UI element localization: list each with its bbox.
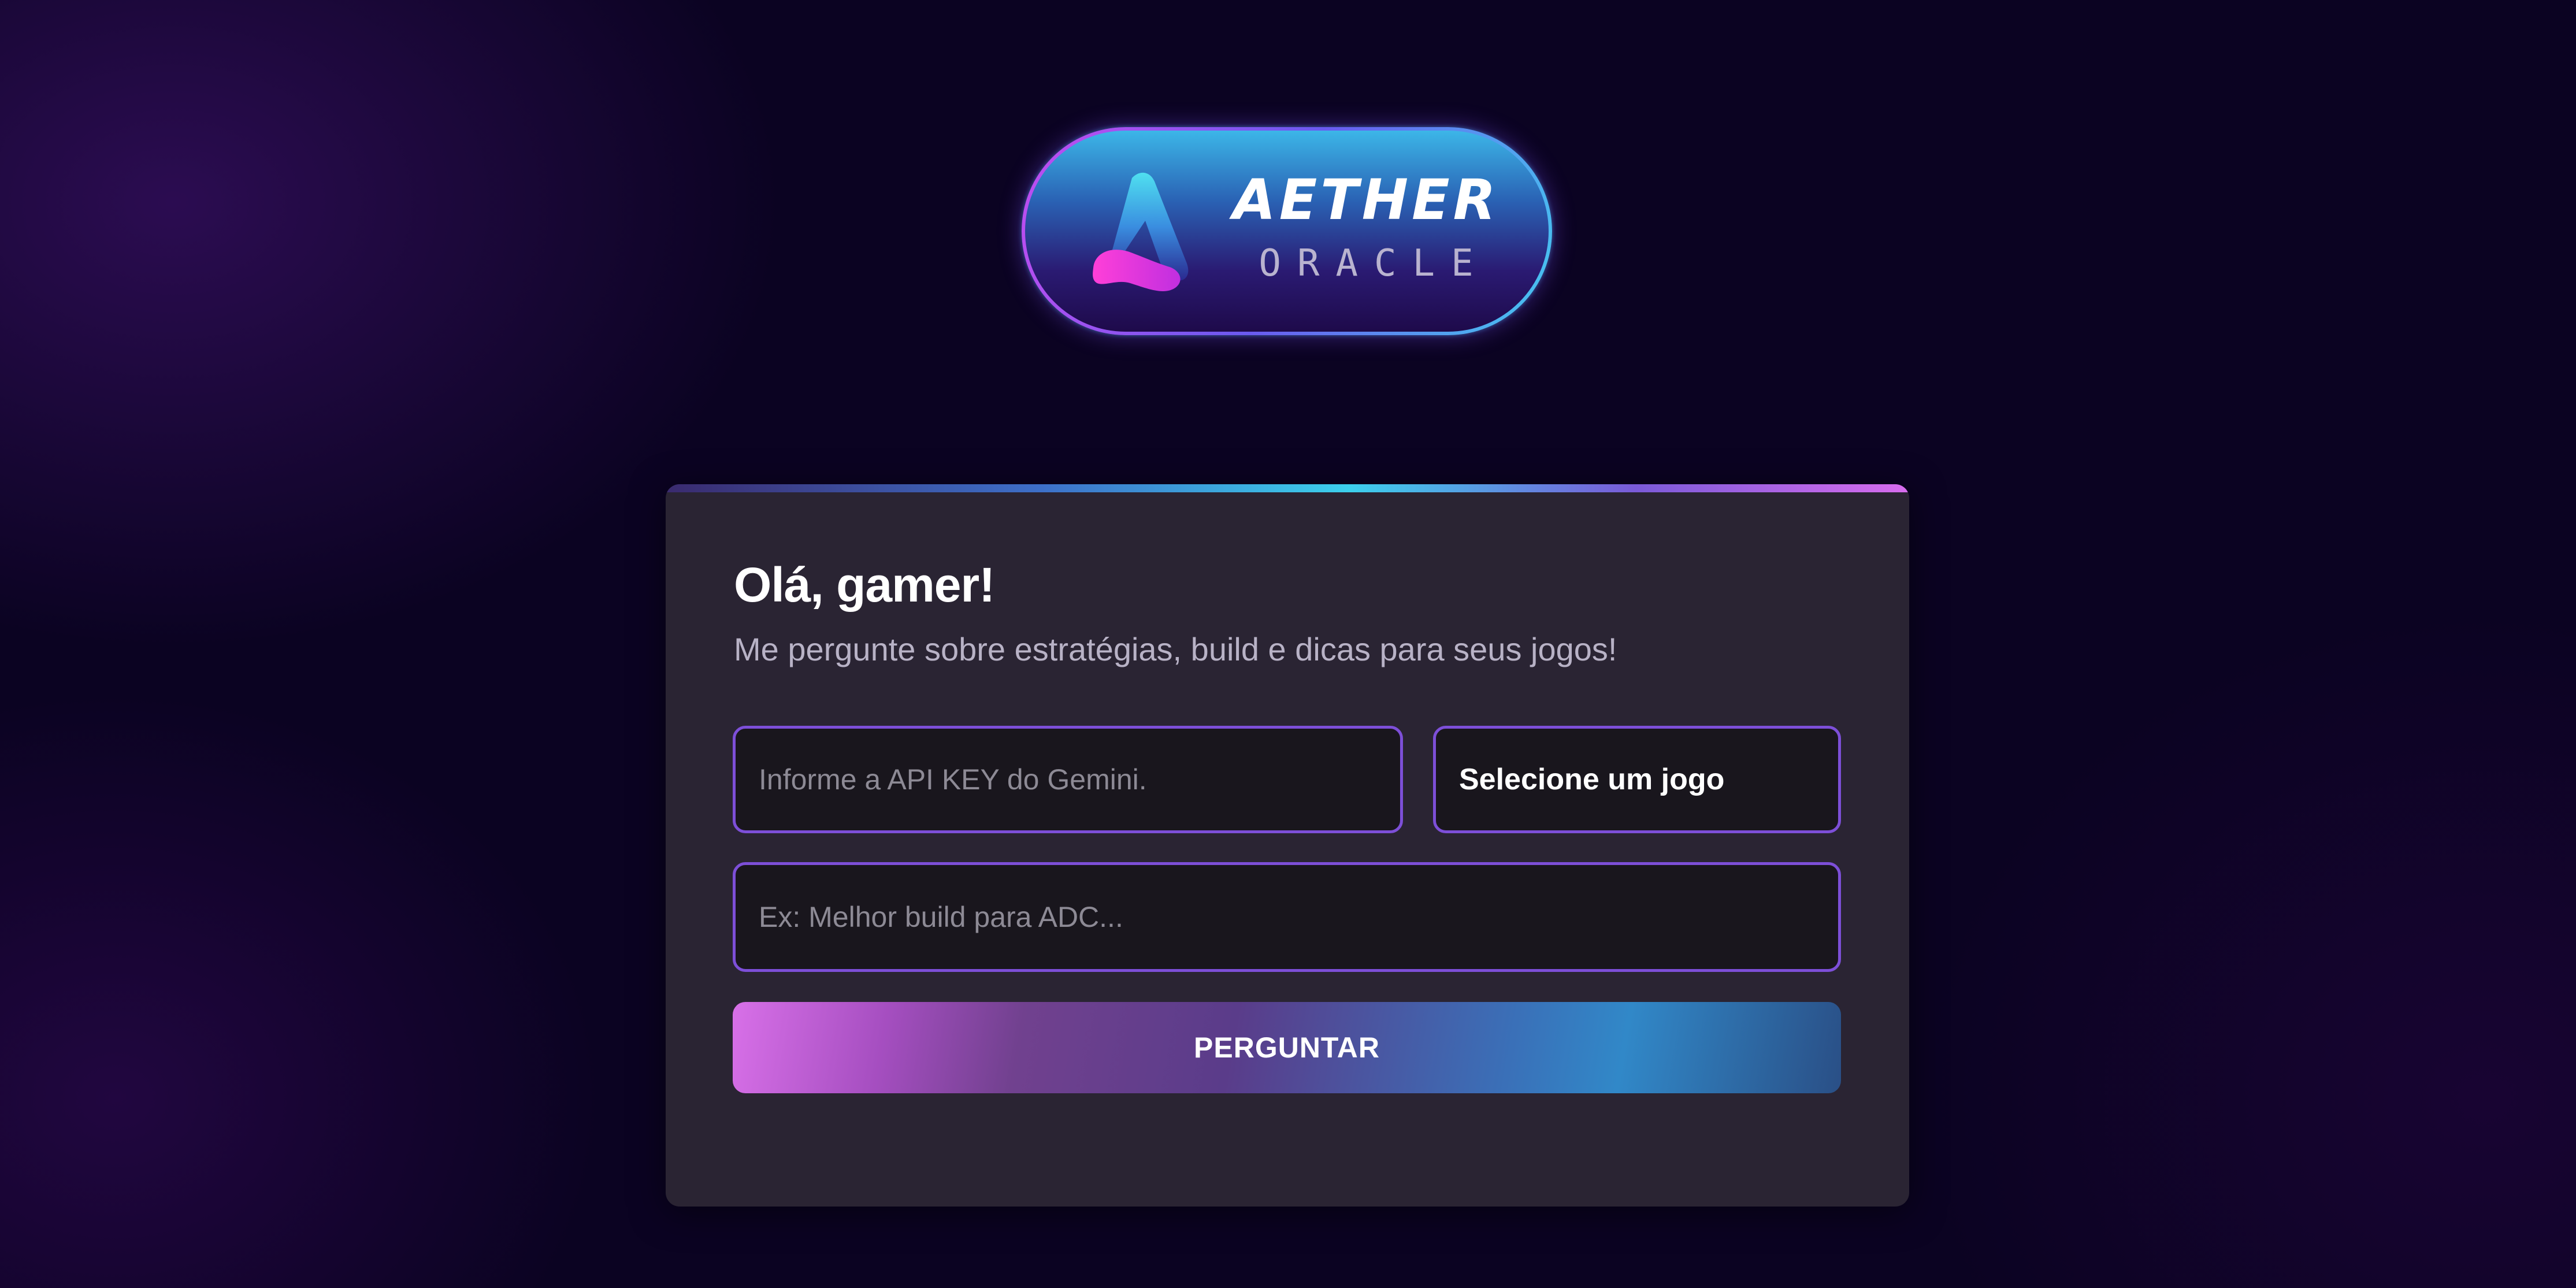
ask-button[interactable]: PERGUNTAR bbox=[733, 1002, 1841, 1093]
game-select[interactable]: Selecione um jogo bbox=[1433, 726, 1841, 833]
question-input[interactable] bbox=[733, 862, 1841, 972]
api-key-input[interactable] bbox=[733, 726, 1403, 833]
logo-subtitle: ORACLE bbox=[1259, 242, 1490, 285]
logo-badge: AETHER ORACLE bbox=[1022, 127, 1552, 335]
logo-title: AETHER bbox=[1233, 168, 1499, 232]
card-accent-bar bbox=[666, 484, 1909, 492]
logo-text: AETHER ORACLE bbox=[1204, 172, 1528, 282]
greeting-heading: Olá, gamer! bbox=[734, 558, 995, 612]
aether-a-icon bbox=[1093, 172, 1189, 291]
greeting-subtitle: Me pergunte sobre estratégias, build e d… bbox=[734, 631, 1617, 667]
chat-card: Olá, gamer! Me pergunte sobre estratégia… bbox=[666, 484, 1909, 1207]
game-select-value: Selecione um jogo bbox=[1459, 763, 1725, 796]
